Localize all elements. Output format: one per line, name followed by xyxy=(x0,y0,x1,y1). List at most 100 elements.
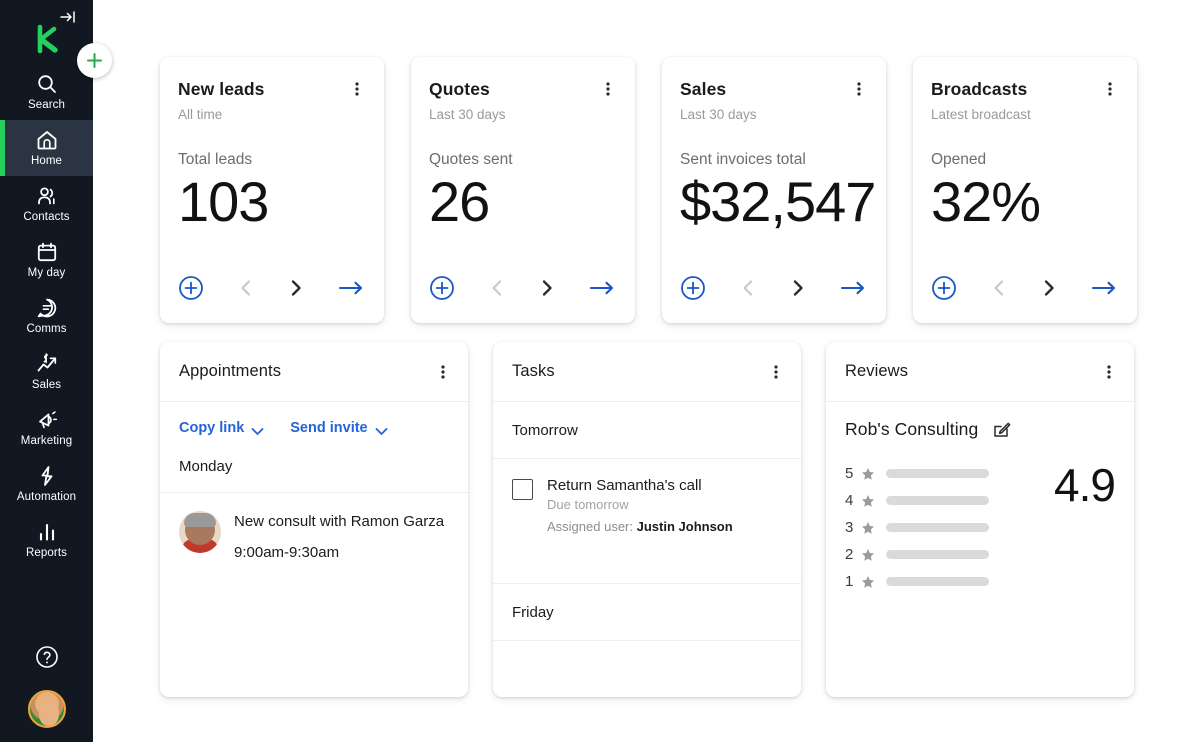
send-invite-button[interactable]: Send invite xyxy=(290,420,387,436)
appointment-list-item[interactable]: New consult with Ramon Garza 9:00am-9:30… xyxy=(160,493,468,561)
chat-icon xyxy=(35,296,59,320)
chevron-right-icon[interactable] xyxy=(282,275,310,301)
sidebar-item-contacts[interactable]: Contacts xyxy=(0,176,93,232)
task-group-label: Friday xyxy=(493,583,801,641)
rating-row: 1 xyxy=(845,568,1038,595)
chevron-left-icon[interactable] xyxy=(232,275,260,301)
expand-sidebar-icon[interactable] xyxy=(59,8,77,26)
star-icon xyxy=(861,521,875,535)
task-checkbox[interactable] xyxy=(512,479,533,500)
chevron-right-icon[interactable] xyxy=(1035,275,1063,301)
rating-bars: 5 4 3 xyxy=(845,460,1038,595)
bar-chart-icon xyxy=(35,520,59,544)
chevron-left-icon[interactable] xyxy=(734,275,762,301)
circle-plus-icon[interactable] xyxy=(680,275,706,301)
help-circle-icon[interactable] xyxy=(34,644,60,670)
panel-body: Copy link Send invite Monday xyxy=(160,402,468,697)
kpi-metric-value: $32,547 xyxy=(680,171,868,233)
appointment-day-label: Monday xyxy=(160,436,468,493)
circle-plus-icon[interactable] xyxy=(178,275,204,301)
chevron-left-icon[interactable] xyxy=(483,275,511,301)
chevron-left-icon[interactable] xyxy=(985,275,1013,301)
copy-link-button[interactable]: Copy link xyxy=(179,420,264,436)
kpi-card-title: Sales xyxy=(680,79,726,100)
appointment-title: New consult with Ramon Garza xyxy=(234,511,449,532)
sidebar-item-sales[interactable]: Sales xyxy=(0,344,93,400)
panel-header: Reviews xyxy=(826,342,1134,402)
star-icon xyxy=(861,467,875,481)
task-due-date: Due tomorrow xyxy=(547,497,733,512)
circle-plus-icon[interactable] xyxy=(429,275,455,301)
tasks-panel: Tasks Tomorrow Return Samantha's call Du… xyxy=(493,342,801,697)
sidebar-item-label: Automation xyxy=(17,491,76,504)
kpi-metric-label: Opened xyxy=(931,151,1119,169)
kpi-metric-label: Quotes sent xyxy=(429,151,617,169)
panel-body: Tomorrow Return Samantha's call Due tomo… xyxy=(493,402,801,697)
kebab-menu-icon[interactable] xyxy=(1101,79,1119,99)
kpi-card-subtitle: Latest broadcast xyxy=(931,107,1119,122)
home-icon xyxy=(35,128,59,152)
panel-title: Tasks xyxy=(512,362,555,381)
circle-plus-icon[interactable] xyxy=(931,275,957,301)
sidebar-item-marketing[interactable]: Marketing xyxy=(0,400,93,456)
arrow-right-icon[interactable] xyxy=(336,275,366,301)
kebab-menu-icon[interactable] xyxy=(348,79,366,99)
sidebar-item-search[interactable]: Search xyxy=(0,64,93,120)
create-new-fab[interactable] xyxy=(77,43,112,78)
reviews-panel: Reviews Rob's Consulting xyxy=(826,342,1134,697)
kpi-card-title: Quotes xyxy=(429,79,490,100)
task-group-label: Tomorrow xyxy=(493,402,801,459)
app-root: Search Home Contacts My day xyxy=(0,0,1200,742)
task-list-item[interactable]: Return Samantha's call Due tomorrow Assi… xyxy=(493,459,801,550)
kebab-menu-icon[interactable] xyxy=(434,362,452,382)
task-assigned-user: Assigned user: Justin Johnson xyxy=(547,519,733,534)
sidebar-item-home[interactable]: Home xyxy=(0,120,93,176)
rating-row: 2 xyxy=(845,541,1038,568)
chevron-right-icon[interactable] xyxy=(533,275,561,301)
sidebar-item-label: Reports xyxy=(26,547,67,560)
arrow-right-icon[interactable] xyxy=(838,275,868,301)
panel-title: Reviews xyxy=(845,362,908,381)
avatar[interactable] xyxy=(28,690,66,728)
arrow-right-icon[interactable] xyxy=(587,275,617,301)
rating-bar-track xyxy=(886,469,989,478)
kpi-card-new-leads: New leads All time Total leads 103 xyxy=(160,57,384,323)
rating-star-count: 4 xyxy=(845,492,855,509)
sidebar-item-reports[interactable]: Reports xyxy=(0,512,93,568)
kpi-metric-value: 32% xyxy=(931,171,1119,233)
sidebar-item-label: Home xyxy=(31,155,62,168)
keap-logo[interactable] xyxy=(30,22,64,56)
megaphone-icon xyxy=(35,408,59,432)
sidebar-item-label: Marketing xyxy=(21,435,72,448)
business-name: Rob's Consulting xyxy=(845,419,978,440)
sidebar-item-comms[interactable]: Comms xyxy=(0,288,93,344)
kpi-card-header: Quotes xyxy=(429,79,617,100)
edit-pencil-icon[interactable] xyxy=(992,420,1011,439)
sidebar-top xyxy=(0,0,93,58)
send-invite-label: Send invite xyxy=(290,420,367,436)
sidebar-bottom xyxy=(0,644,93,728)
sidebar-item-label: Sales xyxy=(32,379,61,392)
panel-row: Appointments Copy link Send invite xyxy=(160,342,1134,697)
chevron-right-icon[interactable] xyxy=(784,275,812,301)
kebab-menu-icon[interactable] xyxy=(599,79,617,99)
rating-star-count: 1 xyxy=(845,573,855,590)
sidebar-item-label: Search xyxy=(28,99,65,112)
appointment-details: New consult with Ramon Garza 9:00am-9:30… xyxy=(234,511,449,561)
sidebar-item-label: Contacts xyxy=(23,211,69,224)
arrow-right-icon[interactable] xyxy=(1089,275,1119,301)
appointment-actions: Copy link Send invite xyxy=(160,402,468,436)
kebab-menu-icon[interactable] xyxy=(1100,362,1118,382)
kebab-menu-icon[interactable] xyxy=(850,79,868,99)
kebab-menu-icon[interactable] xyxy=(767,362,785,382)
kpi-card-broadcasts: Broadcasts Latest broadcast Opened 32% xyxy=(913,57,1137,323)
sidebar-item-label: Comms xyxy=(26,323,66,336)
sidebar: Search Home Contacts My day xyxy=(0,0,93,742)
kpi-card-footer xyxy=(931,275,1119,301)
panel-header: Appointments xyxy=(160,342,468,402)
sidebar-item-automation[interactable]: Automation xyxy=(0,456,93,512)
task-assigned-name: Justin Johnson xyxy=(637,519,733,534)
kpi-card-title: Broadcasts xyxy=(931,79,1027,100)
appointments-panel: Appointments Copy link Send invite xyxy=(160,342,468,697)
sidebar-item-my-day[interactable]: My day xyxy=(0,232,93,288)
